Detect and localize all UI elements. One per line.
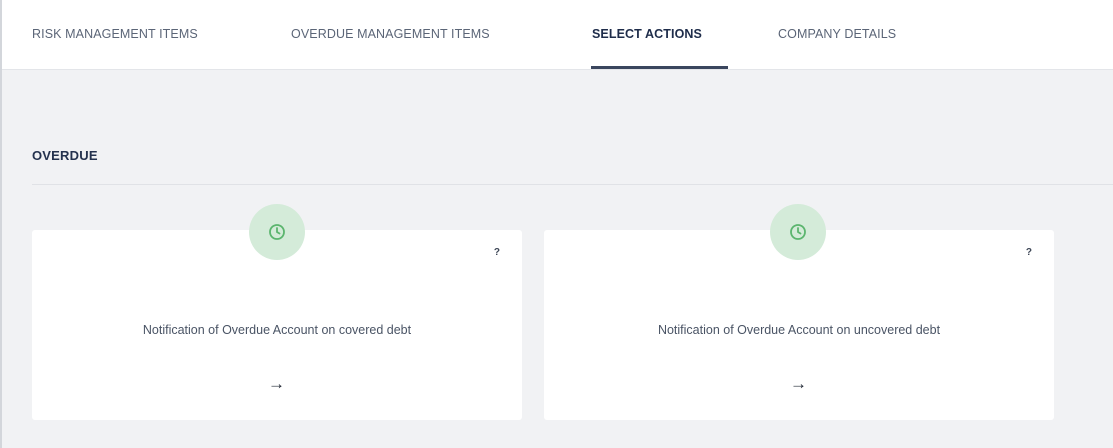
tab-bar: RISK MANAGEMENT ITEMS OVERDUE MANAGEMENT… xyxy=(2,0,1113,70)
tab-overdue-management-items[interactable]: OVERDUE MANAGEMENT ITEMS xyxy=(291,27,490,41)
section-title: OVERDUE xyxy=(32,148,98,163)
arrow-right-icon[interactable]: → xyxy=(790,374,807,394)
tab-company-details[interactable]: COMPANY DETAILS xyxy=(778,27,896,41)
tab-select-actions[interactable]: SELECT ACTIONS xyxy=(592,27,702,41)
clock-icon-badge xyxy=(249,204,305,260)
section-divider xyxy=(32,184,1113,185)
active-tab-indicator xyxy=(591,66,728,69)
clock-icon xyxy=(269,224,285,240)
clock-icon-badge xyxy=(770,204,826,260)
app-frame: RISK MANAGEMENT ITEMS OVERDUE MANAGEMENT… xyxy=(0,0,1113,448)
help-icon[interactable]: ? xyxy=(494,247,500,258)
tab-risk-management-items[interactable]: RISK MANAGEMENT ITEMS xyxy=(32,27,198,41)
card-title: Notification of Overdue Account on cover… xyxy=(142,323,412,337)
clock-icon xyxy=(790,224,806,240)
help-icon[interactable]: ? xyxy=(1026,247,1032,258)
card-title: Notification of Overdue Account on uncov… xyxy=(657,323,941,337)
arrow-right-icon[interactable]: → xyxy=(268,374,285,394)
